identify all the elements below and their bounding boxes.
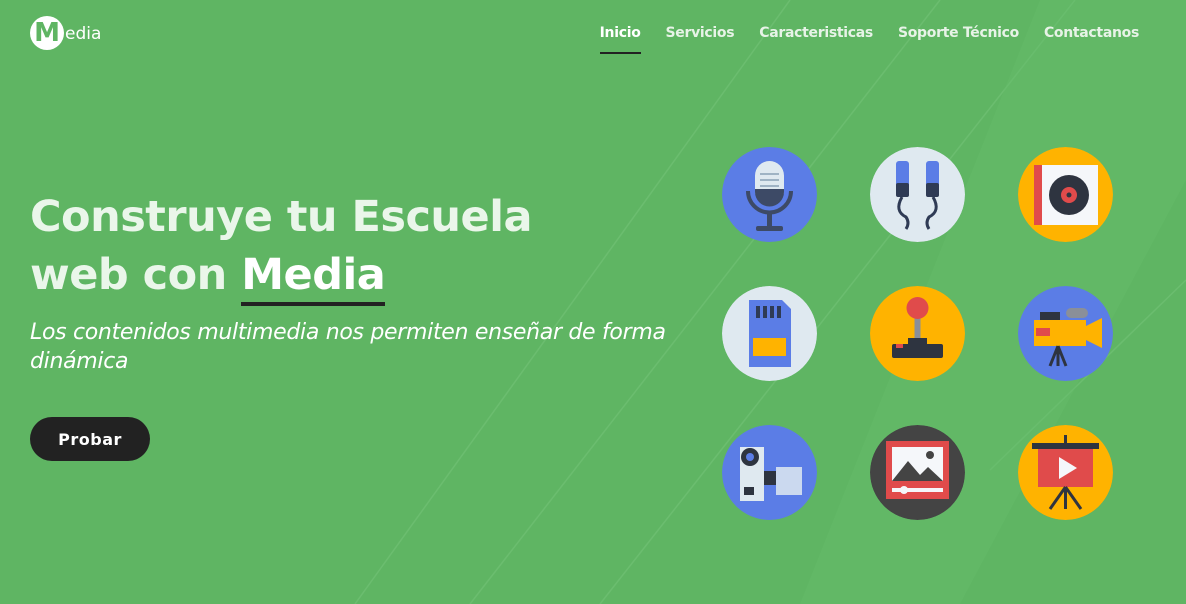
video-camera-icon xyxy=(1018,286,1113,381)
nav-servicios[interactable]: Servicios xyxy=(666,25,735,41)
vinyl-record-icon xyxy=(1018,147,1113,242)
logo-text: edia xyxy=(65,24,102,44)
joystick-icon xyxy=(870,286,965,381)
presentation-play-icon xyxy=(1018,425,1113,520)
probar-button[interactable]: Probar xyxy=(30,417,150,461)
logo-mark: M xyxy=(30,16,64,50)
image-frame-icon xyxy=(870,425,965,520)
hero-title-line2: web con xyxy=(30,250,242,300)
nav-contactanos[interactable]: Contactanos xyxy=(1044,25,1139,41)
headphones-icon xyxy=(870,147,965,242)
hero-title-line1: Construye tu Escuela xyxy=(30,192,532,242)
sd-card-icon xyxy=(722,286,817,381)
hero-title-accent: Media xyxy=(241,246,386,306)
microphone-icon xyxy=(722,147,817,242)
nav-soporte-tecnico[interactable]: Soporte Técnico xyxy=(898,25,1019,41)
hero-title: Construye tu Escuela web con Media xyxy=(30,188,532,306)
main-nav: Inicio Servicios Caracteristicas Soporte… xyxy=(599,25,1139,54)
site-logo[interactable]: M edia xyxy=(30,16,101,50)
hero-subtitle: Los contenidos multimedia nos permiten e… xyxy=(30,320,666,374)
nav-caracteristicas[interactable]: Caracteristicas xyxy=(759,25,873,41)
film-camera-icon xyxy=(722,425,817,520)
nav-inicio[interactable]: Inicio xyxy=(599,25,641,54)
